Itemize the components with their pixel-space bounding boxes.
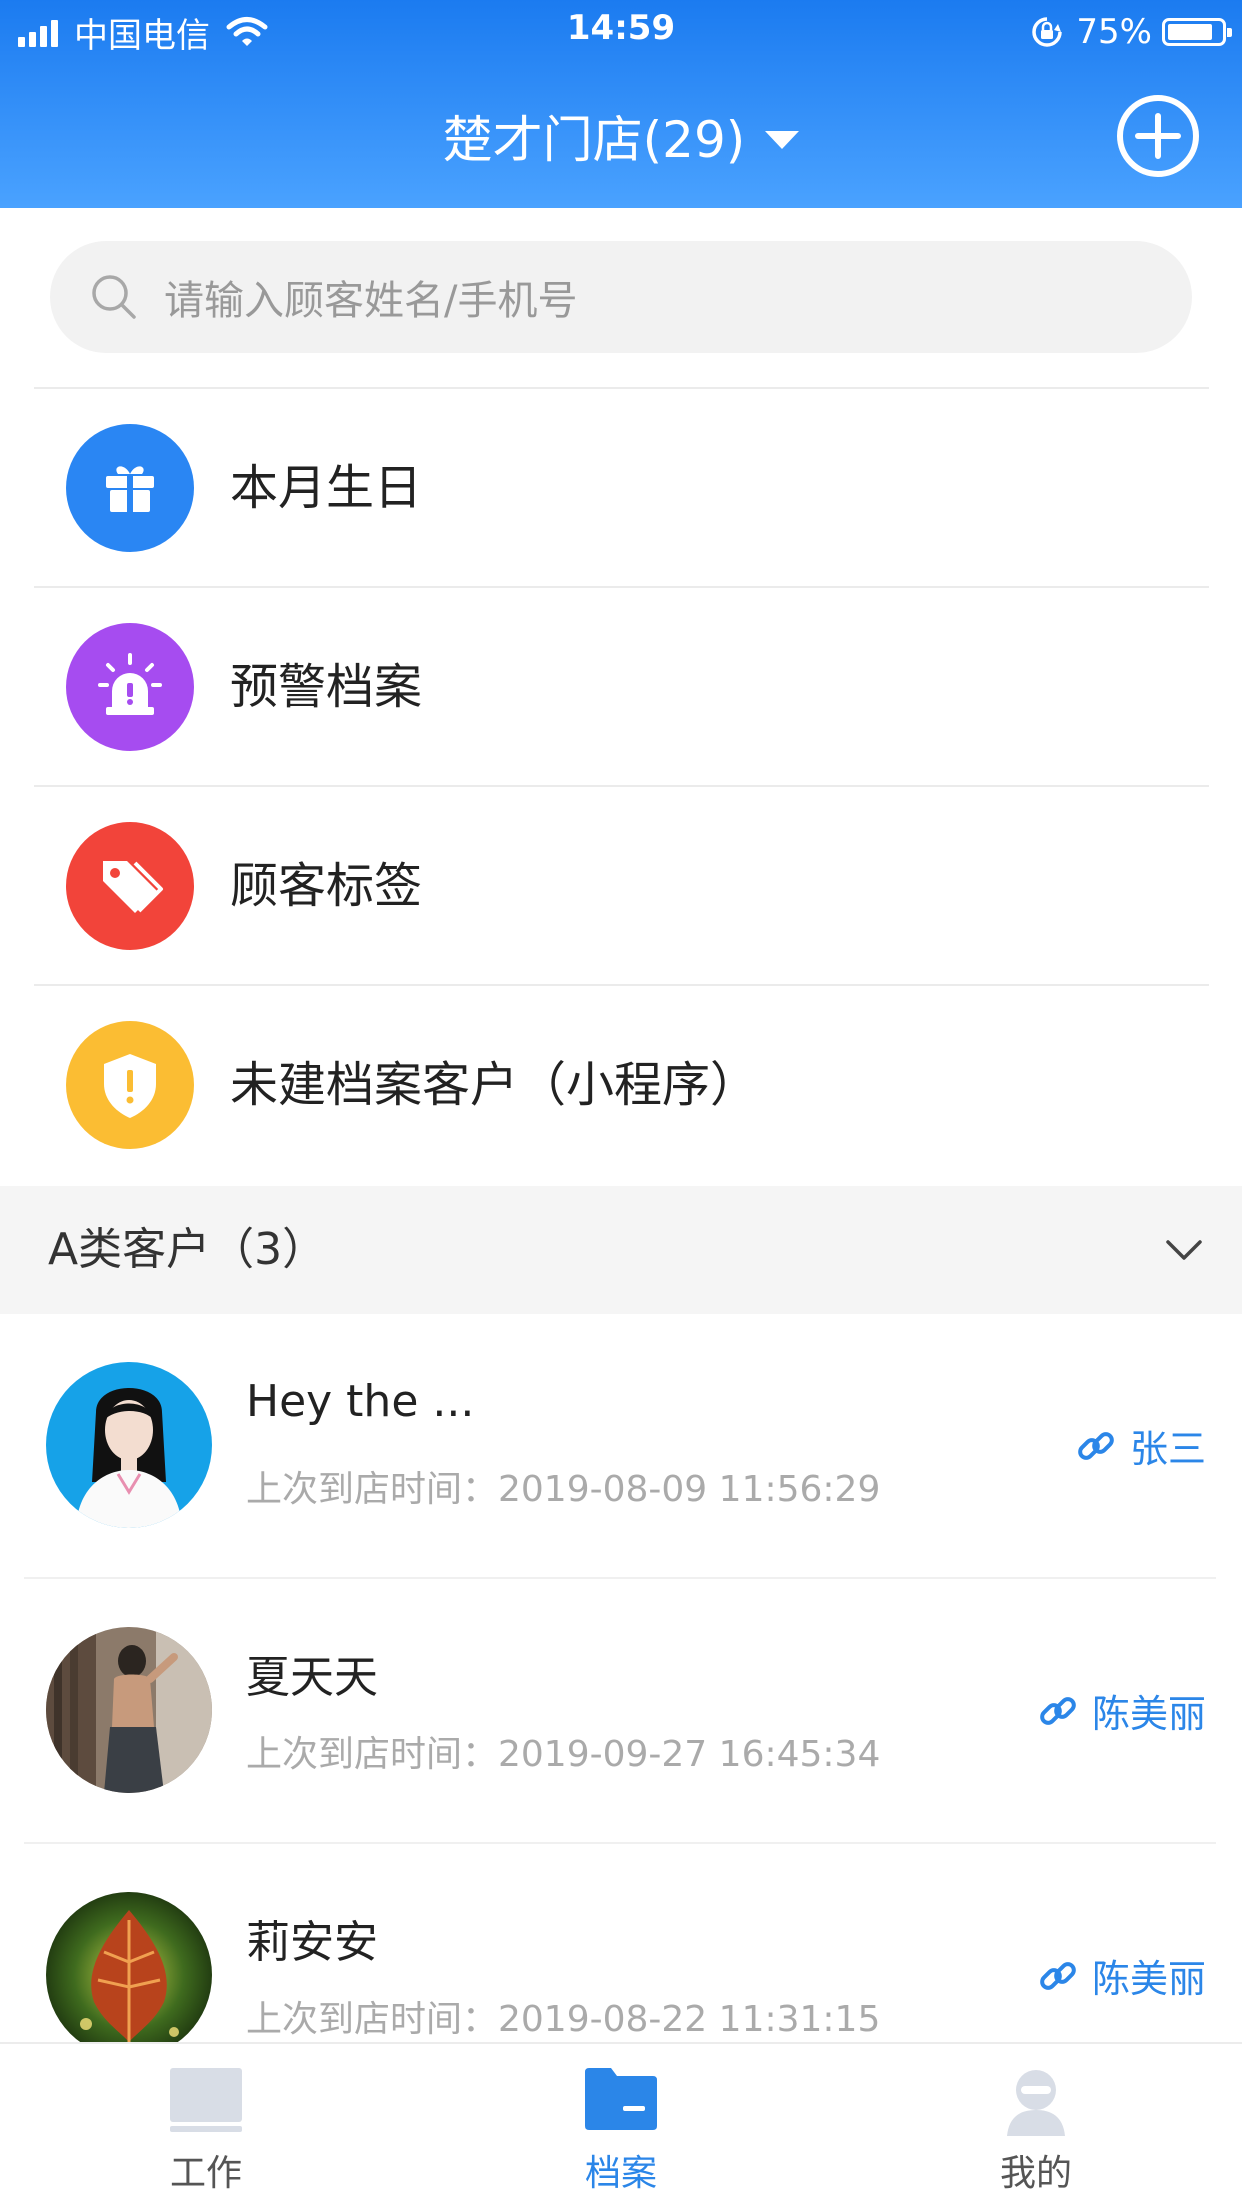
battery-icon (1162, 18, 1232, 46)
add-icon[interactable] (1116, 94, 1200, 178)
gift-icon (66, 424, 194, 552)
customer-name: Hey the ... (246, 1376, 475, 1427)
store-title: 楚才门店(29) (442, 111, 746, 169)
staff-name: 陈美丽 (1091, 1957, 1206, 2001)
shield-icon (66, 1021, 194, 1149)
rotation-lock-icon (1032, 17, 1063, 47)
search-icon (92, 275, 136, 319)
divider (34, 387, 1209, 389)
menu-item-warning[interactable]: 预警档案 (0, 589, 1242, 785)
status-bar: 中国电信 14:59 75% (0, 0, 1242, 62)
avatar (46, 1892, 212, 2058)
customer-row[interactable]: 夏天天 上次到店时间：2019-09-27 16:45:34 陈美丽 (0, 1579, 1242, 1844)
divider (34, 586, 1209, 588)
menu-item-birthday[interactable]: 本月生日 (0, 390, 1242, 586)
title-bar: 楚才门店(29) (0, 62, 1242, 208)
last-visit-time: 上次到店时间：2019-08-22 11:31:15 (246, 1999, 881, 2040)
link-icon (1078, 1431, 1114, 1460)
app-header: 中国电信 14:59 75% 楚才门店(29) (0, 0, 1242, 208)
divider (34, 785, 1209, 787)
menu-label: 本月生日 (230, 460, 423, 516)
tab-work[interactable]: 工作 (106, 2044, 306, 2208)
menu-label: 未建档案客户（小程序） (230, 1057, 759, 1113)
assigned-staff[interactable]: 陈美丽 (1038, 1948, 1206, 2003)
menu-label: 顾客标签 (230, 858, 423, 914)
avatar (46, 1362, 212, 1528)
menu-label: 预警档案 (230, 659, 423, 715)
folder-icon (585, 2068, 657, 2130)
tag-icon (66, 822, 194, 950)
section-header-a-class[interactable]: A类客户（3） (0, 1186, 1242, 1314)
assigned-staff[interactable]: 张三 (1076, 1418, 1206, 1473)
menu-item-tags[interactable]: 顾客标签 (0, 788, 1242, 984)
tab-bar: 工作 档案 我的 (0, 2042, 1242, 2208)
caret-down-icon (765, 130, 800, 149)
search-input[interactable]: 请输入顾客姓名/手机号 (50, 241, 1192, 353)
alarm-icon (66, 623, 194, 751)
store-selector[interactable]: 楚才门店(29) (0, 100, 1242, 172)
staff-name: 陈美丽 (1091, 1692, 1206, 1736)
last-visit-time: 上次到店时间：2019-08-09 11:56:29 (246, 1469, 881, 1510)
link-icon (1040, 1961, 1076, 1990)
staff-name: 张三 (1129, 1427, 1206, 1471)
customer-name: 夏天天 (246, 1652, 378, 1703)
monitor-icon (170, 2068, 242, 2132)
last-visit-time: 上次到店时间：2019-09-27 16:45:34 (246, 1734, 881, 1775)
battery-percent: 75% (1076, 12, 1152, 52)
tab-mine[interactable]: 我的 (936, 2044, 1136, 2208)
tab-label: 工作 (169, 2153, 242, 2194)
menu-item-unfiled[interactable]: 未建档案客户（小程序） (0, 987, 1242, 1183)
search-placeholder: 请输入顾客姓名/手机号 (164, 278, 578, 324)
avatar (46, 1627, 212, 1793)
tab-label: 我的 (999, 2153, 1072, 2194)
customer-name: 莉安安 (246, 1917, 378, 1968)
tab-label: 档案 (584, 2153, 657, 2194)
link-icon (1040, 1696, 1076, 1725)
section-title: A类客户（3） (48, 1224, 327, 1275)
tab-files[interactable]: 档案 (521, 2044, 721, 2208)
divider (34, 984, 1209, 986)
user-icon (1007, 2070, 1065, 2136)
chevron-down-icon[interactable] (1164, 1230, 1204, 1270)
assigned-staff[interactable]: 陈美丽 (1038, 1683, 1206, 1738)
customer-row[interactable]: Hey the ... 上次到店时间：2019-08-09 11:56:29 张… (0, 1314, 1242, 1579)
